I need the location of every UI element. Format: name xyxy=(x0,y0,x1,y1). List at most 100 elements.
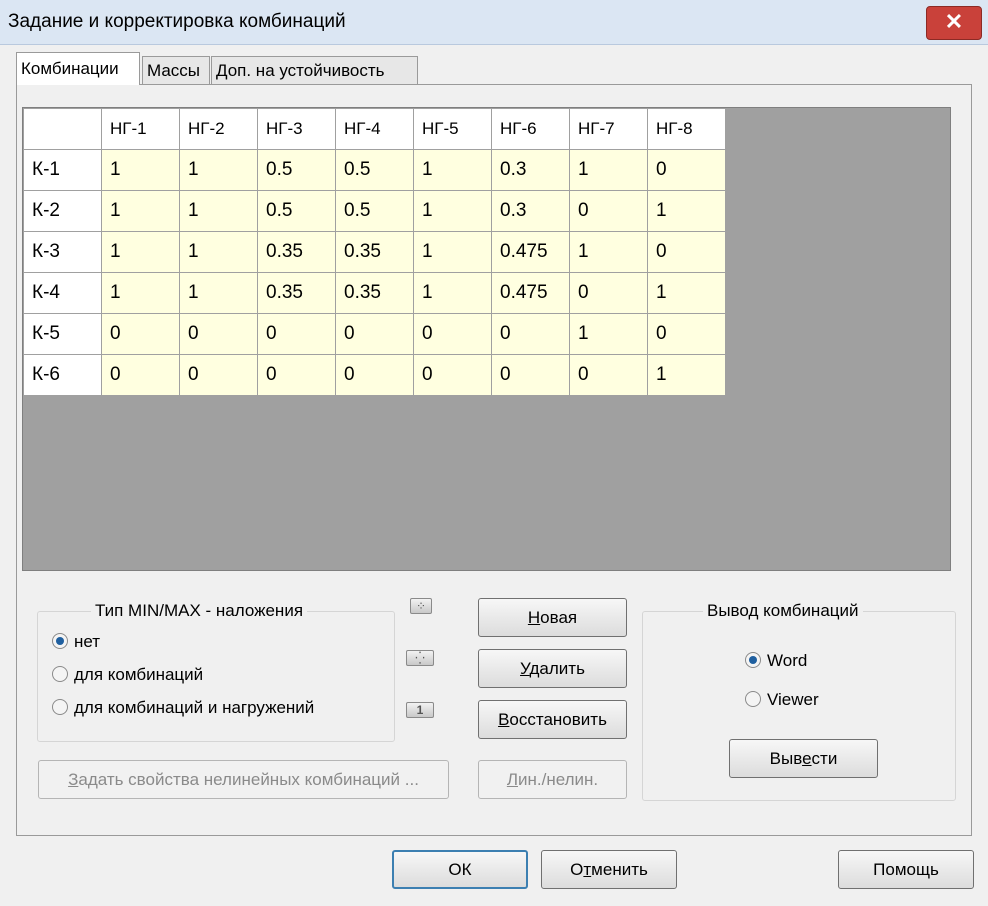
grid-cell[interactable]: 0 xyxy=(491,313,570,355)
grid-cell[interactable]: 1 xyxy=(647,190,726,232)
radio-word-indicator[interactable] xyxy=(745,652,761,668)
column-header-ng-1[interactable]: НГ-1 xyxy=(101,108,180,150)
grid-cell[interactable]: 0 xyxy=(179,313,258,355)
grid-cell[interactable]: 0.475 xyxy=(491,272,570,314)
grid-cell[interactable]: 0 xyxy=(647,313,726,355)
row-header-k-4[interactable]: К-4 xyxy=(23,272,102,314)
grid-cell[interactable]: 0.475 xyxy=(491,231,570,273)
cancel-button-accel: т xyxy=(583,860,592,879)
grid-cell[interactable]: 0 xyxy=(647,149,726,191)
grid-cell[interactable]: 1 xyxy=(413,190,492,232)
grid-cell[interactable]: 0 xyxy=(413,354,492,396)
grid-cell[interactable]: 1 xyxy=(179,231,258,273)
grid-cell[interactable]: 0.35 xyxy=(335,272,414,314)
radio-combinations-loads-indicator[interactable] xyxy=(52,699,68,715)
grid-cell[interactable]: 0.3 xyxy=(491,190,570,232)
grid-cell[interactable]: 0.3 xyxy=(491,149,570,191)
delete-button[interactable]: Удалить xyxy=(478,649,627,688)
tab-stability[interactable]: Доп. на устойчивость xyxy=(211,56,418,84)
grid-cell[interactable]: 0 xyxy=(569,190,648,232)
radio-none-indicator[interactable] xyxy=(52,633,68,649)
grid-cell[interactable]: 0.5 xyxy=(257,190,336,232)
grid-cell[interactable]: 0.35 xyxy=(257,231,336,273)
column-header-ng-4[interactable]: НГ-4 xyxy=(335,108,414,150)
column-header-ng-2[interactable]: НГ-2 xyxy=(179,108,258,150)
grid-cell[interactable]: 0 xyxy=(569,354,648,396)
radio-viewer[interactable]: Viewer xyxy=(745,690,819,710)
grid-cell[interactable]: 1 xyxy=(101,149,180,191)
column-header-ng-6[interactable]: НГ-6 xyxy=(491,108,570,150)
grid-cell[interactable]: 0 xyxy=(335,354,414,396)
row-header-k-6[interactable]: К-6 xyxy=(23,354,102,396)
radio-combinations-loads[interactable]: для комбинаций и нагружений xyxy=(52,698,314,718)
radio-viewer-indicator[interactable] xyxy=(745,691,761,707)
lin-nonlin-button-accel: Л xyxy=(506,770,518,789)
grid-cell[interactable]: 0 xyxy=(491,354,570,396)
scatter-diagonal-icon[interactable]: ⁛ xyxy=(406,650,434,666)
grid-cell[interactable]: 1 xyxy=(569,149,648,191)
number-one-icon[interactable]: 1 xyxy=(406,702,434,718)
grid-cell[interactable]: 1 xyxy=(413,231,492,273)
radio-viewer-label: Viewer xyxy=(767,690,819,709)
grid-cell[interactable]: 0 xyxy=(569,272,648,314)
restore-button-post: осстановить xyxy=(509,710,607,729)
lin-nonlin-button[interactable]: Лин./нелин. xyxy=(478,760,627,799)
radio-combinations-label: для комбинаций xyxy=(74,665,204,684)
nonlinear-properties-button[interactable]: Задать свойства нелинейных комбинаций ..… xyxy=(38,760,449,799)
grid-cell[interactable]: 0 xyxy=(101,313,180,355)
grid-cell[interactable]: 1 xyxy=(101,190,180,232)
grid-cell[interactable]: 1 xyxy=(413,149,492,191)
radio-word-label: Word xyxy=(767,651,808,670)
row-header-k-3[interactable]: К-3 xyxy=(23,231,102,273)
grid-cell[interactable]: 1 xyxy=(413,272,492,314)
close-icon: ✕ xyxy=(944,9,964,34)
grid-cell[interactable]: 0.5 xyxy=(335,190,414,232)
help-button[interactable]: Помощь xyxy=(838,850,974,889)
column-header-ng-3[interactable]: НГ-3 xyxy=(257,108,336,150)
cancel-button[interactable]: Отменить xyxy=(541,850,677,889)
grid-cell[interactable]: 0.5 xyxy=(335,149,414,191)
grid-cell[interactable]: 0 xyxy=(101,354,180,396)
grid-cell[interactable]: 1 xyxy=(179,149,258,191)
grid-cell[interactable]: 0 xyxy=(335,313,414,355)
row-header-k-2[interactable]: К-2 xyxy=(23,190,102,232)
radio-combinations-indicator[interactable] xyxy=(52,666,68,682)
grid-cell[interactable]: 0 xyxy=(413,313,492,355)
combinations-grid[interactable]: НГ-1 НГ-2 НГ-3 НГ-4 НГ-5 НГ-6 НГ-7 НГ-8 К-1 1 1 0.… xyxy=(22,107,951,571)
grid-cell[interactable]: 0 xyxy=(647,231,726,273)
column-header-ng-5[interactable]: НГ-5 xyxy=(413,108,492,150)
grid-cell[interactable]: 1 xyxy=(647,354,726,396)
grid-cell[interactable]: 0.5 xyxy=(257,149,336,191)
restore-button[interactable]: Восстановить xyxy=(478,700,627,739)
grid-cell[interactable]: 0.35 xyxy=(335,231,414,273)
radio-word[interactable]: Word xyxy=(745,651,807,671)
close-button[interactable]: ✕ xyxy=(926,6,982,40)
grid-cell[interactable]: 1 xyxy=(101,272,180,314)
delete-button-post: далить xyxy=(529,659,585,678)
grid-cell[interactable]: 1 xyxy=(101,231,180,273)
grid-cell[interactable]: 1 xyxy=(647,272,726,314)
output-button[interactable]: Вывести xyxy=(729,739,878,778)
ok-button[interactable]: ОК xyxy=(392,850,528,889)
tab-combinations[interactable]: Комбинации xyxy=(16,52,140,85)
grid-cell[interactable]: 0 xyxy=(257,354,336,396)
grid-cell[interactable]: 1 xyxy=(179,190,258,232)
new-button[interactable]: Новая xyxy=(478,598,627,637)
cancel-button-post: менить xyxy=(591,860,648,879)
scatter-small-icon[interactable]: ⁘ xyxy=(410,598,432,614)
radio-combinations[interactable]: для комбинаций xyxy=(52,665,203,685)
row-header-k-1[interactable]: К-1 xyxy=(23,149,102,191)
column-header-ng-7[interactable]: НГ-7 xyxy=(569,108,648,150)
grid-cell[interactable]: 1 xyxy=(179,272,258,314)
tab-masses[interactable]: Массы xyxy=(142,56,210,84)
grid-cell[interactable]: 0 xyxy=(257,313,336,355)
grid-cell[interactable]: 0 xyxy=(179,354,258,396)
grid-cell[interactable]: 1 xyxy=(569,313,648,355)
grid-header-row: НГ-1 НГ-2 НГ-3 НГ-4 НГ-5 НГ-6 НГ-7 НГ-8 xyxy=(23,108,726,150)
grid-cell[interactable]: 1 xyxy=(569,231,648,273)
column-header-ng-8[interactable]: НГ-8 xyxy=(647,108,726,150)
row-header-k-5[interactable]: К-5 xyxy=(23,313,102,355)
radio-none[interactable]: нет xyxy=(52,632,100,652)
restore-button-accel: В xyxy=(498,710,510,729)
grid-cell[interactable]: 0.35 xyxy=(257,272,336,314)
